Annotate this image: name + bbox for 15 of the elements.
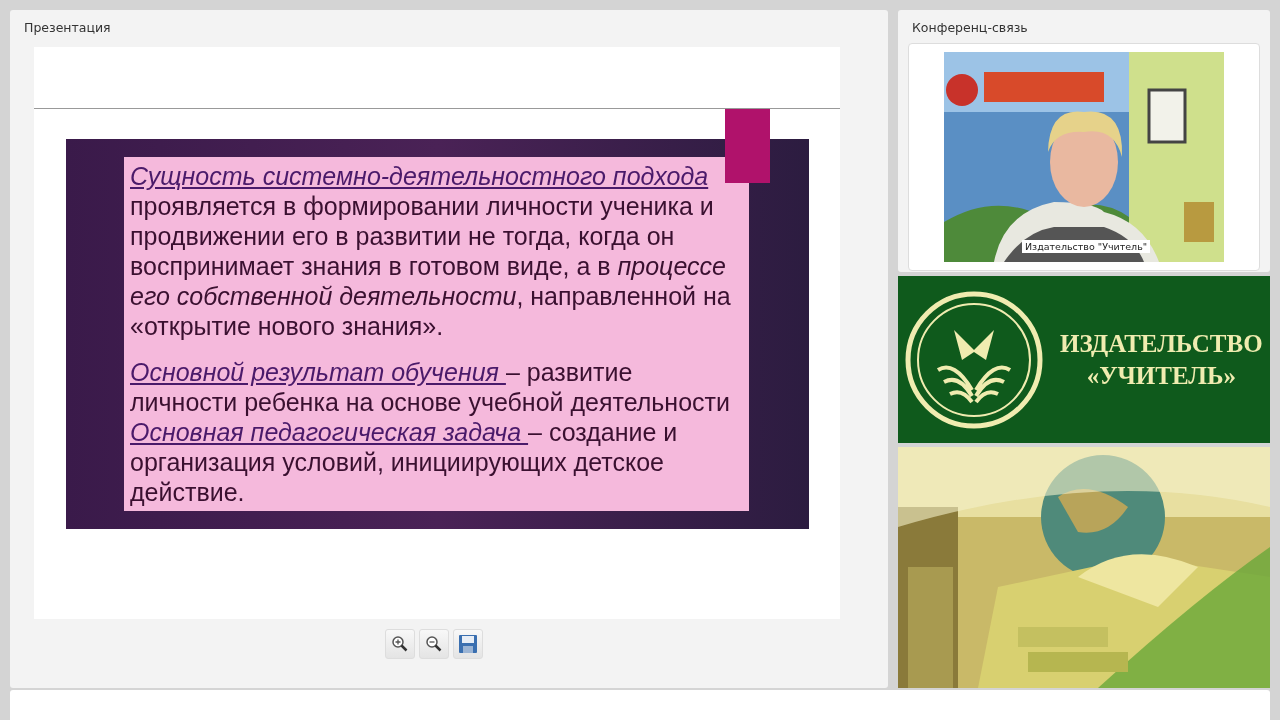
banner-title: ИЗДАТЕЛЬСТВО <box>1060 328 1263 359</box>
publisher-logo-icon <box>904 289 1044 430</box>
save-icon <box>458 634 478 654</box>
panel-title: Конференц-связь <box>911 19 1029 37</box>
slide-paragraph: Сущность системно-деятельностного подхода проявляется в формировании личности ученика и продвижении его в развитии не тогда, когда он воспринимает знания в готовом виде, а в процессе его собственной деятельности, направленной на «открытие нового знания». <box>130 161 732 341</box>
zoom-out-icon <box>425 635 443 653</box>
zoom-in-icon <box>391 635 409 653</box>
slide-paragraph: Основной результат обучения – развитие личности ребенка на основе учебной деятельности <box>130 357 731 417</box>
zoom-out-button[interactable] <box>419 629 449 659</box>
panel-title: Презентация <box>23 19 112 37</box>
banner-title: «УЧИТЕЛЬ» <box>1086 360 1236 391</box>
save-button[interactable] <box>453 629 483 659</box>
zoom-in-button[interactable] <box>385 629 415 659</box>
slide-paragraph: Основная педагогическая задача – создание и организация условий, инициирующих детское действие. <box>130 417 679 507</box>
participant-name: Издательство "Учитель" <box>1022 240 1151 253</box>
